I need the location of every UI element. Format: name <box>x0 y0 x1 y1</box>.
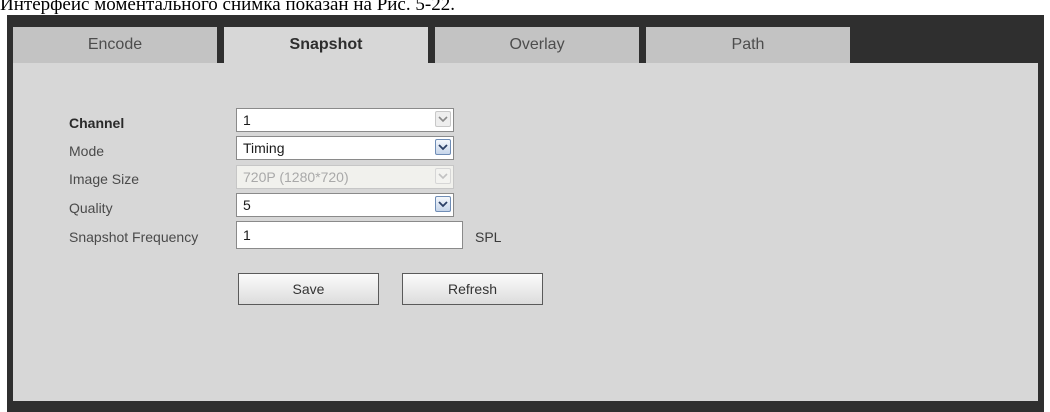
tab-encode[interactable]: Encode <box>13 27 217 63</box>
tab-overlay[interactable]: Overlay <box>435 27 639 63</box>
snapshot-frequency-value: 1 <box>243 227 251 243</box>
mode-value: Timing <box>243 140 285 156</box>
save-button[interactable]: Save <box>238 273 379 305</box>
refresh-button[interactable]: Refresh <box>402 273 543 305</box>
quality-value: 5 <box>243 197 251 213</box>
chevron-down-icon[interactable] <box>435 196 451 212</box>
snapshot-frequency-label: Snapshot Frequency <box>69 229 199 245</box>
chevron-down-icon[interactable] <box>435 139 451 155</box>
mode-select[interactable]: Timing <box>236 136 454 160</box>
tab-path[interactable]: Path <box>646 27 850 63</box>
settings-window: Encode Snapshot Overlay Path Channel 1 M… <box>7 15 1044 412</box>
quality-select[interactable]: 5 <box>236 193 454 217</box>
tab-bar: Encode Snapshot Overlay Path <box>13 27 857 63</box>
channel-select[interactable]: 1 <box>236 108 454 132</box>
quality-label: Quality <box>69 200 113 216</box>
tab-snapshot[interactable]: Snapshot <box>224 27 428 63</box>
snapshot-panel: Channel 1 Mode Timing Image Size 720P (1… <box>13 63 1038 401</box>
chevron-down-icon[interactable] <box>435 111 451 127</box>
image-size-value: 720P (1280*720) <box>243 169 349 185</box>
snapshot-frequency-input[interactable]: 1 <box>236 221 463 249</box>
image-size-label: Image Size <box>69 171 140 187</box>
chevron-down-icon <box>435 168 451 184</box>
image-size-select: 720P (1280*720) <box>236 165 454 189</box>
channel-value: 1 <box>243 112 251 128</box>
mode-label: Mode <box>69 143 105 159</box>
channel-label: Channel <box>69 115 125 131</box>
frequency-unit: SPL <box>475 229 502 245</box>
figure-caption: Интерфейс моментального снимка показан н… <box>0 0 455 15</box>
